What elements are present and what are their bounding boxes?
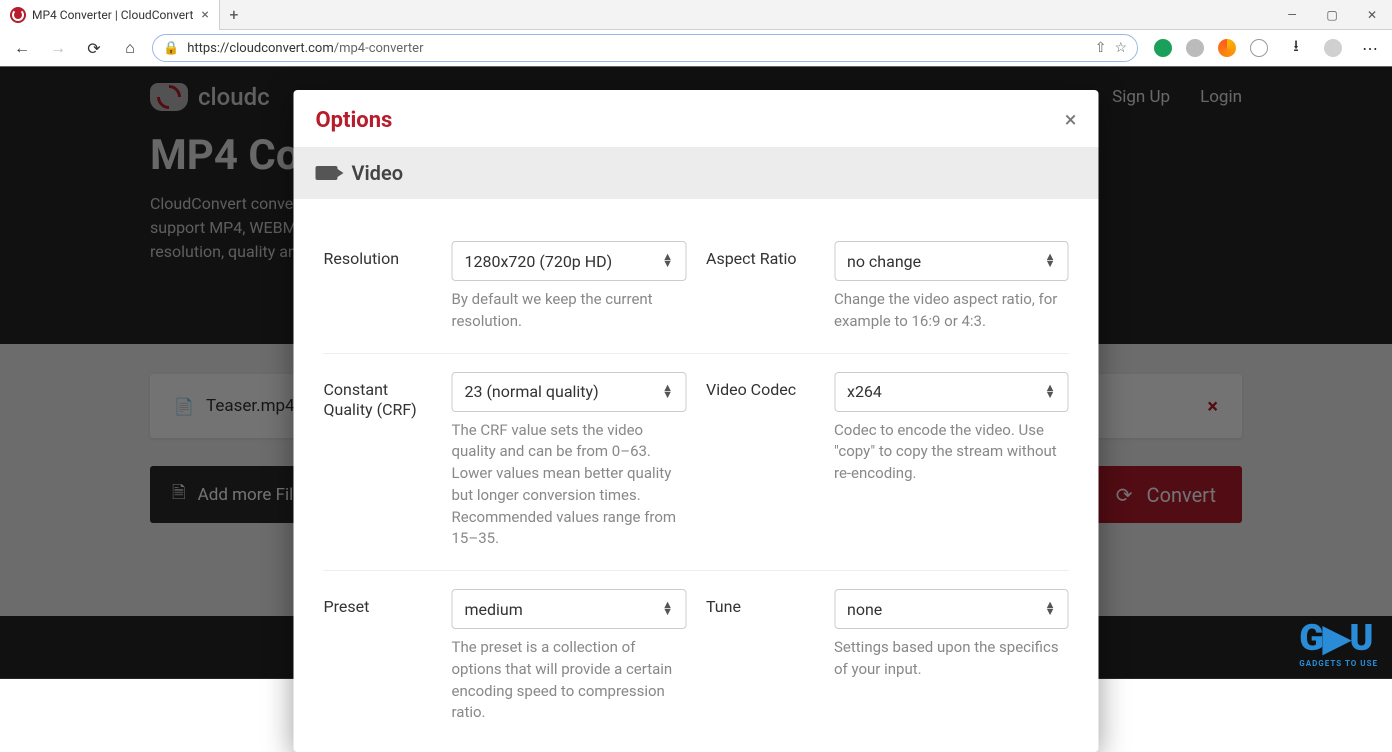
option-help: The preset is a collection of options th…: [452, 637, 687, 724]
extensions-menu-icon[interactable]: [1250, 39, 1268, 57]
more-menu-icon[interactable]: ⋯: [1356, 34, 1384, 62]
option-label: Resolution: [324, 241, 436, 333]
favorite-icon[interactable]: ☆: [1114, 40, 1127, 56]
chevron-updown-icon: ▲▼: [1045, 602, 1056, 615]
chevron-updown-icon: ▲▼: [1045, 254, 1056, 267]
option-select-tune[interactable]: none ▲▼: [834, 589, 1069, 629]
option-help: By default we keep the current resolutio…: [452, 289, 687, 333]
option-label: Video Codec: [706, 372, 818, 551]
lock-icon: 🔒: [163, 41, 179, 56]
chevron-updown-icon: ▲▼: [662, 602, 673, 615]
browser-tab[interactable]: MP4 Converter | CloudConvert ×: [0, 0, 220, 30]
modal-title: Options: [316, 108, 393, 133]
option-help: Settings based upon the specifics of you…: [834, 637, 1069, 681]
tab-bar: MP4 Converter | CloudConvert × + — ▢ ✕: [0, 0, 1392, 30]
downloads-icon[interactable]: ⭳: [1282, 34, 1310, 62]
address-bar: ← → ⟳ ⌂ 🔒 https://cloudconvert.com/mp4-c…: [0, 30, 1392, 66]
option-select-aspect-ratio[interactable]: no change ▲▼: [834, 241, 1069, 281]
option-select-video-codec[interactable]: x264 ▲▼: [834, 372, 1069, 412]
chevron-updown-icon: ▲▼: [662, 385, 673, 398]
chevron-updown-icon: ▲▼: [1045, 385, 1056, 398]
back-button[interactable]: ←: [8, 34, 36, 62]
url-path: /mp4-converter: [334, 41, 424, 56]
refresh-button[interactable]: ⟳: [80, 34, 108, 62]
ext-icon-3[interactable]: [1218, 39, 1236, 57]
ext-icon-2[interactable]: [1186, 39, 1204, 57]
window-controls: — ▢ ✕: [1272, 8, 1392, 22]
video-icon: [316, 166, 338, 180]
option-help: Codec to encode the video. Use "copy" to…: [834, 420, 1069, 485]
option-help: The CRF value sets the video quality and…: [452, 420, 687, 551]
home-button[interactable]: ⌂: [116, 34, 144, 62]
close-window-button[interactable]: ✕: [1352, 8, 1392, 22]
modal-close-button[interactable]: ×: [1065, 108, 1077, 133]
maximize-button[interactable]: ▢: [1312, 8, 1352, 22]
chevron-updown-icon: ▲▼: [662, 254, 673, 267]
tab-close-icon[interactable]: ×: [201, 7, 208, 23]
tab-title: MP4 Converter | CloudConvert: [32, 8, 193, 22]
profile-avatar[interactable]: [1324, 39, 1342, 57]
url-domain: cloudconvert.com: [229, 41, 333, 56]
option-label: Preset: [324, 589, 436, 724]
option-label: Aspect Ratio: [706, 241, 818, 333]
option-label: Constant Quality (CRF): [324, 372, 436, 551]
option-help: Change the video aspect ratio, for examp…: [834, 289, 1069, 333]
url-input[interactable]: 🔒 https://cloudconvert.com/mp4-converter…: [152, 34, 1138, 62]
new-tab-button[interactable]: +: [220, 5, 248, 24]
option-select-resolution[interactable]: 1280x720 (720p HD) ▲▼: [452, 241, 687, 281]
extension-icons: ⭳ ⋯: [1154, 34, 1384, 62]
forward-button[interactable]: →: [44, 34, 72, 62]
url-prefix: https://: [187, 41, 229, 56]
minimize-button[interactable]: —: [1272, 8, 1312, 22]
option-select-preset[interactable]: medium ▲▼: [452, 589, 687, 629]
tab-favicon: [10, 7, 26, 23]
ext-icon-1[interactable]: [1154, 39, 1172, 57]
option-select-constant-quality-crf-[interactable]: 23 (normal quality) ▲▼: [452, 372, 687, 412]
share-icon[interactable]: ⇧: [1095, 40, 1107, 56]
modal-section-header: Video: [294, 147, 1099, 199]
browser-chrome: MP4 Converter | CloudConvert × + — ▢ ✕ ←…: [0, 0, 1392, 67]
option-label: Tune: [706, 589, 818, 724]
watermark: G▶U GADGETS TO USE: [1299, 617, 1378, 668]
options-modal: Options × Video Resolution 1280x720 (720…: [294, 90, 1099, 752]
